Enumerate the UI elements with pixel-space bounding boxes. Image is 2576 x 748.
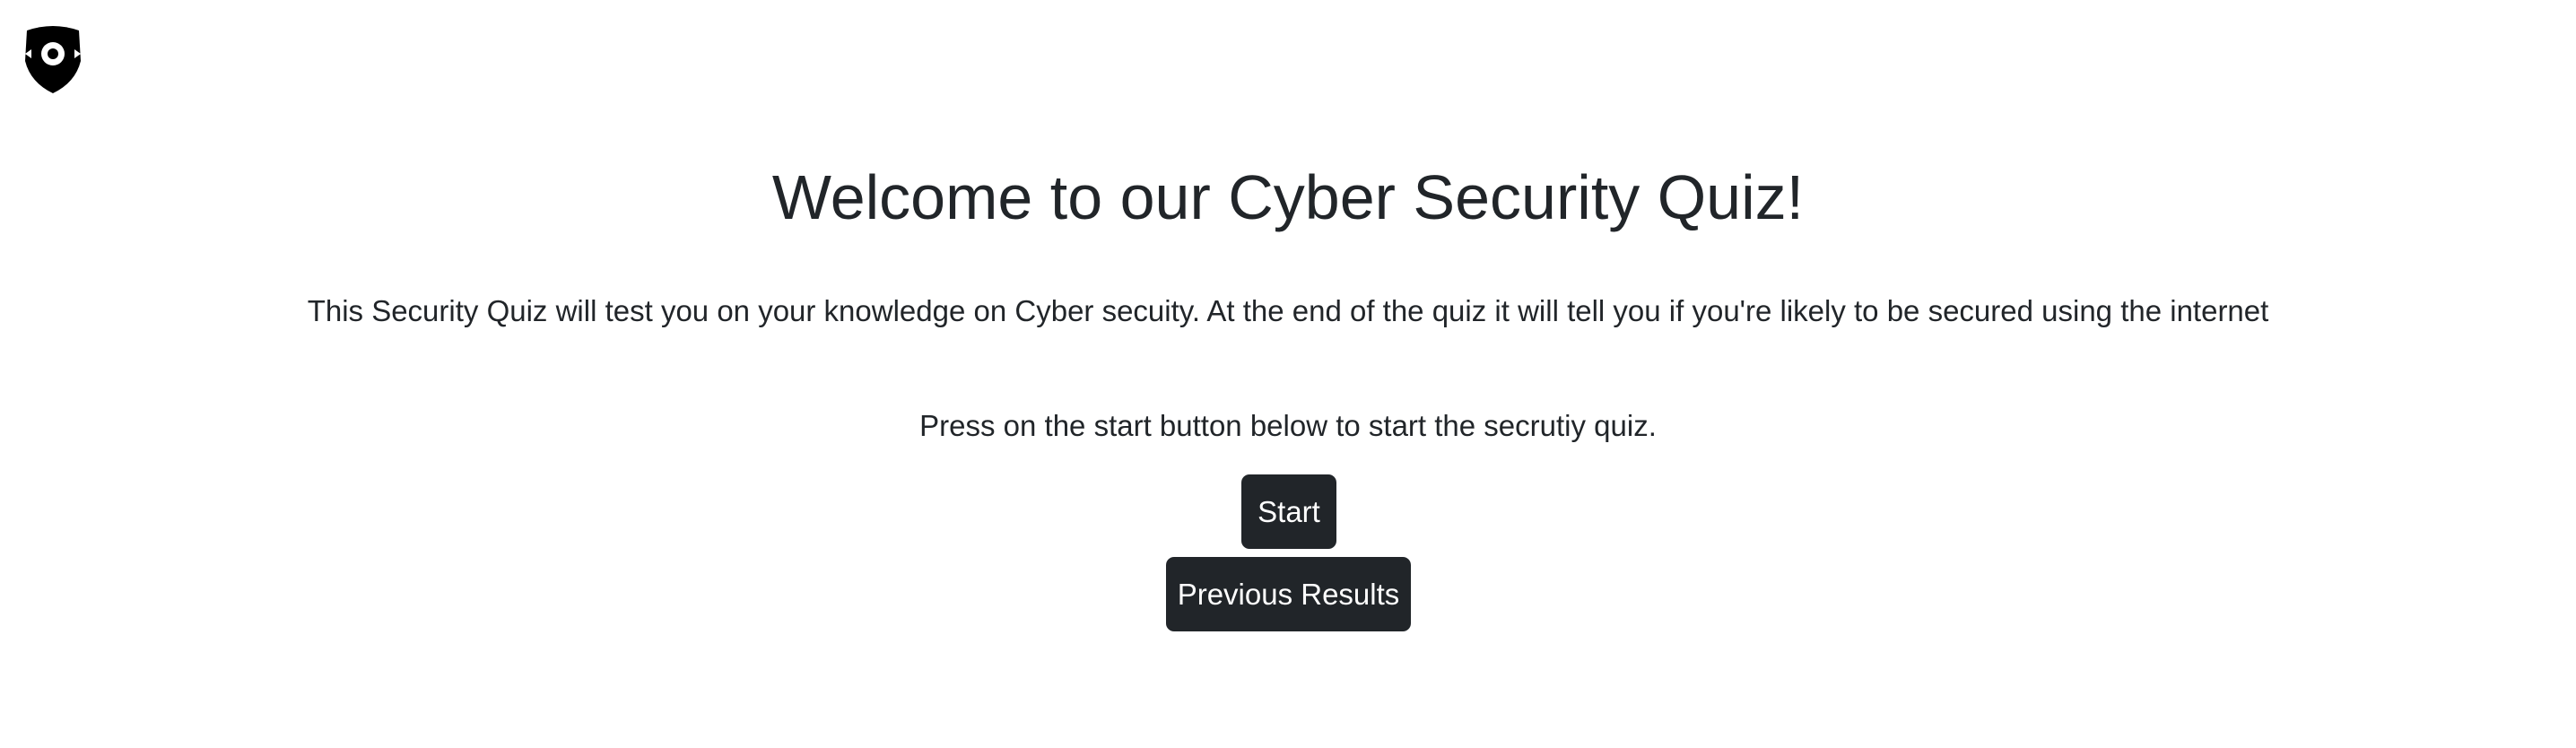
previous-results-button[interactable]: Previous Results	[1166, 557, 1411, 631]
page: Welcome to our Cyber Security Quiz! This…	[0, 0, 2576, 748]
logo-graphic	[25, 26, 81, 93]
page-title: Welcome to our Cyber Security Quiz!	[771, 162, 1805, 232]
shield-eye-icon[interactable]	[22, 25, 84, 95]
intro-text: This Security Quiz will test you on your…	[307, 294, 2269, 327]
instruction-text: Press on the start button below to start…	[919, 409, 1657, 442]
start-button[interactable]: Start	[1241, 474, 1336, 549]
